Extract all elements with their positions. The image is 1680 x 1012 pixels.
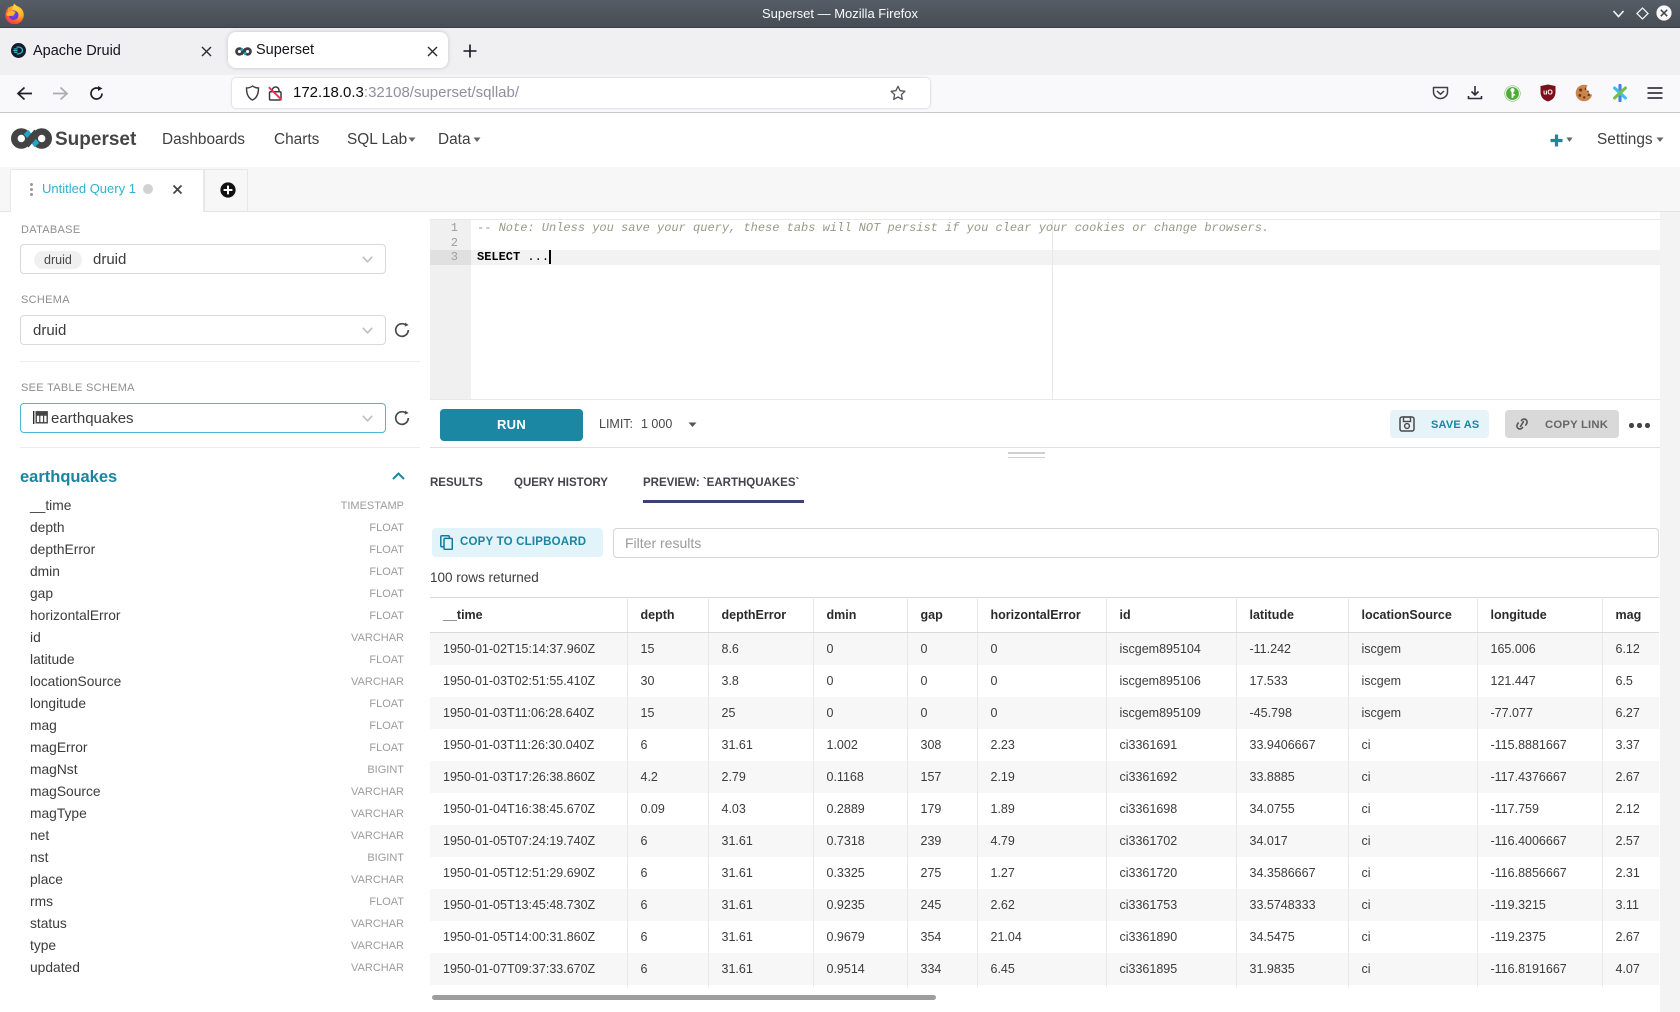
svg-text:uO: uO	[1543, 90, 1553, 97]
